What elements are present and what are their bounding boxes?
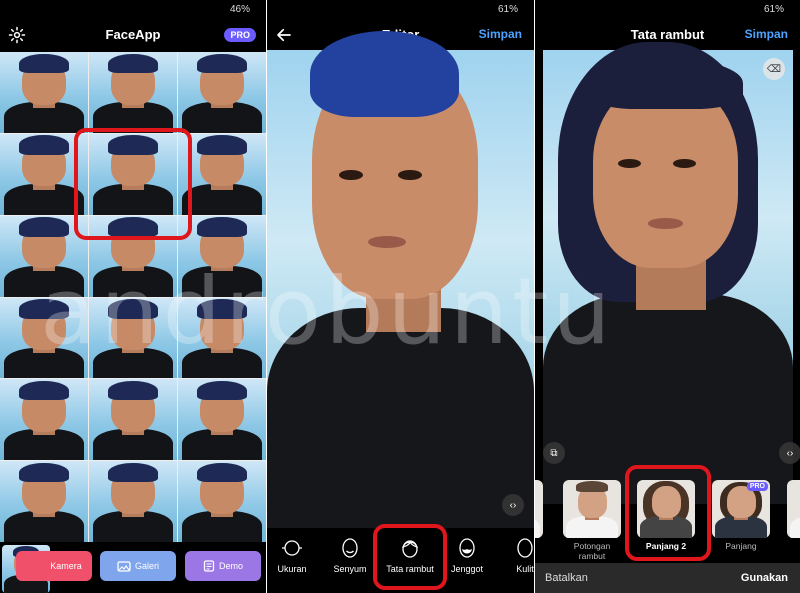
- grid-photo[interactable]: [178, 52, 266, 133]
- battery-level: 46%: [229, 4, 250, 15]
- hairstyle-action-bar: Batalkan Gunakan: [535, 563, 800, 593]
- save-button[interactable]: Simpan: [479, 27, 522, 41]
- highlight-box: [373, 524, 447, 590]
- tool-size-label: Ukuran: [277, 564, 307, 574]
- preset-long[interactable]: PRO Panjang: [712, 480, 770, 551]
- battery-level: 61%: [497, 4, 518, 15]
- status-bar: 61%: [267, 0, 534, 20]
- skin-icon: [517, 538, 533, 558]
- preset-next[interactable]: [787, 480, 800, 538]
- grid-photo[interactable]: [0, 379, 88, 461]
- grid-photo[interactable]: [89, 52, 177, 133]
- compare-icon[interactable]: ‹›: [502, 494, 524, 516]
- grid-photo[interactable]: [89, 379, 177, 461]
- home-action-bar: Kamera Galeri Demo: [0, 542, 266, 593]
- beard-icon: [459, 538, 475, 558]
- grid-photo[interactable]: [178, 379, 266, 461]
- status-bar: 61%: [535, 0, 800, 20]
- hairstyle-preview-photo: ⌫ ⧉ ‹›: [543, 41, 800, 504]
- status-bar: 46%: [0, 0, 266, 20]
- eraser-icon[interactable]: ⌫: [763, 58, 785, 80]
- preset-partial[interactable]: [535, 480, 543, 538]
- photo-grid: [0, 52, 266, 542]
- compare-icon[interactable]: ‹›: [779, 442, 800, 464]
- grid-photo[interactable]: [0, 461, 88, 542]
- preset-pro-badge: PRO: [746, 482, 768, 491]
- cancel-button[interactable]: Batalkan: [545, 572, 588, 584]
- editor-screen: 61% Editor Simpan ‹› Ukuran: [267, 0, 534, 593]
- preset-haircut[interactable]: Potongan rambut: [563, 480, 621, 561]
- gallery-button[interactable]: Galeri: [100, 551, 176, 581]
- tool-beard[interactable]: Jenggot: [439, 536, 495, 574]
- camera-button[interactable]: Kamera: [16, 551, 92, 581]
- highlight-box: [74, 128, 192, 240]
- demo-icon: [203, 560, 215, 572]
- tool-skin-label: Kulit: [516, 564, 534, 574]
- apply-button[interactable]: Gunakan: [741, 572, 788, 584]
- grid-photo[interactable]: [0, 297, 88, 379]
- gallery-button-label: Galeri: [134, 561, 159, 571]
- preset-haircut-label: Potongan rambut: [573, 541, 611, 561]
- faceapp-home-screen: 46% FaceApp PRO Kamera Galeri Demo: [0, 0, 266, 593]
- grid-photo[interactable]: [178, 297, 266, 379]
- save-button[interactable]: Simpan: [745, 27, 788, 41]
- tool-skin[interactable]: Kulit: [497, 536, 534, 574]
- camera-button-label: Kamera: [50, 561, 82, 571]
- home-header: FaceApp PRO: [0, 20, 266, 50]
- tool-beard-label: Jenggot: [450, 564, 484, 574]
- grid-photo[interactable]: [0, 52, 88, 133]
- smile-face-icon: [342, 538, 358, 558]
- grid-photo[interactable]: [178, 461, 266, 542]
- gallery-icon: [117, 560, 131, 572]
- highlight-box: [625, 465, 711, 561]
- pro-badge[interactable]: PRO: [224, 28, 256, 42]
- face-resize-icon: [282, 540, 302, 556]
- grid-photo[interactable]: [89, 297, 177, 379]
- grid-photo[interactable]: [89, 461, 177, 542]
- battery-level: 61%: [763, 4, 784, 15]
- tool-size[interactable]: Ukuran: [267, 536, 320, 574]
- edited-photo: ‹›: [267, 30, 534, 548]
- tool-smile-label: Senyum: [333, 564, 367, 574]
- preset-long-label: Panjang: [725, 541, 757, 551]
- demo-button-label: Demo: [218, 561, 243, 571]
- tool-smile[interactable]: Senyum: [322, 536, 378, 574]
- copy-compare-icon[interactable]: ⧉: [543, 442, 565, 464]
- hairstyle-screen: 61% Tata rambut Simpan ⌫ ⧉ ‹› Potongan r…: [535, 0, 800, 593]
- demo-button[interactable]: Demo: [185, 551, 261, 581]
